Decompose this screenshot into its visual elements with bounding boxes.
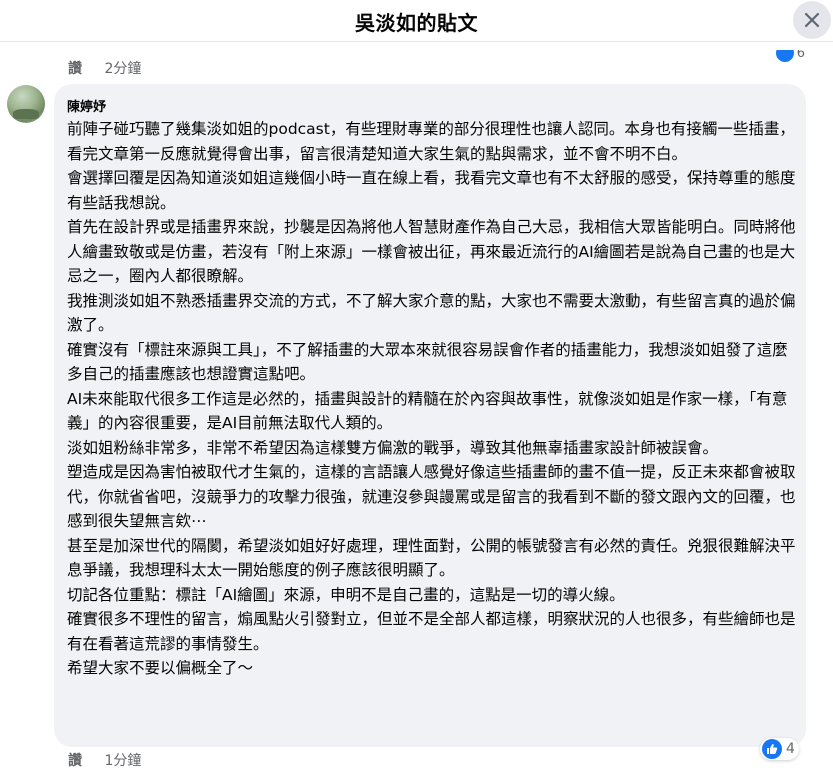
comment-text: 前陣子碰巧聽了幾集淡如姐的podcast，有些理財專業的部分很理性也讓人認同。本… — [67, 117, 797, 681]
previous-comment-time[interactable]: 2分鐘 — [104, 61, 141, 77]
comment-paragraph: 希望大家不要以偏概全了～ — [67, 659, 254, 677]
comment-paragraph: 淡如姐粉絲非常多，非常不希望因為這樣雙方偏激的戰爭，導致其他無辜插畫家設計師被誤… — [67, 438, 719, 457]
reaction-count[interactable]: 4 — [760, 738, 799, 760]
like-reaction-icon — [775, 50, 794, 62]
previous-reaction-count[interactable]: 6 — [775, 50, 805, 68]
previous-comment-actions: 讚 2分鐘 — [68, 58, 141, 78]
comment-author[interactable]: 陳婷妤 — [67, 96, 106, 115]
comment-actions: 讚 1分鐘 — [68, 750, 141, 770]
comment-paragraph: 甚至是加深世代的隔閡，希望淡如姐好好處理，理性面對，公開的帳號發言有必然的責任。… — [67, 536, 796, 580]
comment-time[interactable]: 1分鐘 — [104, 753, 141, 769]
comment-paragraph: 確實沒有「標註來源與工具」，不了解插畫的大眾本來就很容易誤會作者的插畫能力，我想… — [67, 340, 788, 384]
comment-paragraph: 首先在設計界或是插畫界來說，抄襲是因為將他人智慧財產作為自己大忌，我相信大眾皆能… — [67, 218, 796, 285]
previous-comment-footer: 讚 2分鐘 6 — [0, 42, 833, 78]
comment-paragraph: 會選擇回覆是因為知道淡如姐這幾個小時一直在線上看，我看完文章也有不太舒服的感受，… — [67, 169, 796, 212]
comment-paragraph: 塑造成是因為害怕被取代才生氣的，這樣的言語讓人感覺好像這些插畫師的畫不值一提，反… — [67, 463, 796, 530]
avatar[interactable] — [7, 85, 45, 123]
comment-paragraph: 切記各位重點：標註「AI繪圖」來源，申明不是自己畫的，這點是一切的導火線。 — [67, 585, 625, 604]
comment-paragraph: 確實很多不理性的留言，煽風點火引發對立，但並不是全部人都這樣，明察狀況的人也很多… — [67, 610, 796, 653]
dialog-title: 吳淡如的貼文 — [355, 11, 478, 35]
comment-paragraph: AI未來能取代很多工作這是必然的，插畫與設計的精髓在於內容與故事性，就像淡如姐是… — [67, 389, 788, 433]
previous-like-link[interactable]: 讚 — [68, 61, 82, 77]
dialog-header: 吳淡如的貼文 — [0, 0, 833, 42]
close-icon — [804, 12, 820, 28]
like-link[interactable]: 讚 — [68, 753, 82, 769]
thumbs-up-icon — [762, 739, 782, 759]
previous-reaction-number: 6 — [796, 50, 805, 61]
comment-bubble: 陳婷妤 前陣子碰巧聽了幾集淡如姐的podcast，有些理財專業的部分很理性也讓人… — [54, 84, 806, 747]
close-button[interactable] — [793, 1, 831, 39]
comment-paragraph: 我推測淡如姐不熟悉插畫界交流的方式，不了解大家介意的點，大家也不需要太激動，有些… — [67, 291, 796, 335]
reaction-number: 4 — [786, 741, 795, 757]
comment-paragraph: 前陣子碰巧聽了幾集淡如姐的podcast，有些理財專業的部分很理性也讓人認同。本… — [67, 120, 795, 163]
